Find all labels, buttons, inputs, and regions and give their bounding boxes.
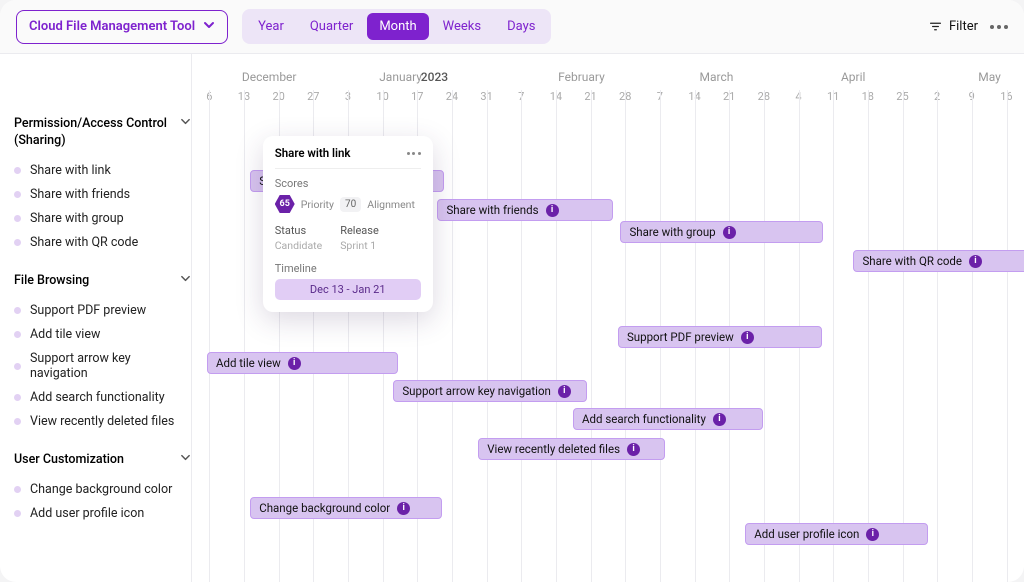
info-icon[interactable]: i [558,385,571,398]
month-label: May [978,70,1001,84]
task-popover: Share with link Scores 65 Priority 70 Al… [263,136,433,312]
timeline-label: Timeline [275,262,421,275]
bar-label: Change background color [259,501,390,515]
timeline-bar[interactable]: Add user profile icon i [745,523,928,545]
sidebar-item[interactable]: View recently deleted files [14,410,191,434]
chevron-down-icon [180,452,191,467]
chevron-down-icon [180,273,191,288]
info-icon[interactable]: i [741,331,754,344]
month-label: March [700,70,734,84]
popover-more-button[interactable] [407,152,421,155]
group-header[interactable]: File Browsing [14,273,191,290]
sidebar-item[interactable]: Share with link [14,159,191,183]
bar-label: Add tile view [216,356,281,370]
sidebar-item[interactable]: Share with QR code [14,231,191,255]
group-header[interactable]: Permission/Access Control (Sharing) [14,116,191,150]
filter-label: Filter [949,19,978,34]
filter-icon [929,20,942,33]
bar-label: Share with friends [446,203,538,217]
year-label: 2023 [421,70,448,84]
alignment-score-badge: 70 [340,197,361,212]
release-label: Release [340,224,379,237]
chevron-down-icon [203,19,215,35]
chevron-down-icon [180,116,191,131]
sidebar: Permission/Access Control (Sharing) Share… [0,54,192,582]
bar-label: Share with QR code [862,254,962,268]
status-value: Candidate [275,239,322,252]
sidebar-item[interactable]: Share with group [14,207,191,231]
timeline-bar[interactable]: Change background color i [250,497,441,519]
bar-label: Add user profile icon [754,527,859,541]
info-icon[interactable]: i [627,443,640,456]
status-label: Status [275,224,322,237]
time-scale-segmented[interactable]: YearQuarterMonthWeeksDays [242,9,551,44]
tool-select-label: Cloud File Management Tool [29,19,195,34]
timeline-bar[interactable]: Support arrow key navigation i [393,380,587,402]
segment-weeks[interactable]: Weeks [431,13,493,40]
info-icon[interactable]: i [288,357,301,370]
bar-label: Support arrow key navigation [402,384,551,398]
month-label: December [242,70,297,84]
segment-year[interactable]: Year [246,13,296,40]
info-icon[interactable]: i [546,204,559,217]
month-label: February [558,70,605,84]
timeline-bar[interactable]: Share with group i [620,221,822,243]
segment-days[interactable]: Days [495,13,547,40]
sidebar-item[interactable]: Add tile view [14,323,191,347]
bar-label: View recently deleted files [487,442,620,456]
release-value: Sprint 1 [340,239,379,252]
topbar: Cloud File Management Tool YearQuarterMo… [0,0,1024,54]
timeline-bar[interactable]: Add search functionality i [573,408,763,430]
bar-label: Share with group [629,225,715,239]
timeline-bar[interactable]: View recently deleted files i [478,438,665,460]
priority-label: Priority [301,198,334,211]
info-icon[interactable]: i [723,226,736,239]
sidebar-item[interactable]: Add search functionality [14,386,191,410]
info-icon[interactable]: i [969,255,982,268]
segment-month[interactable]: Month [367,13,428,40]
segment-quarter[interactable]: Quarter [298,13,365,40]
group-header[interactable]: User Customization [14,452,191,469]
group-title: Permission/Access Control (Sharing) [14,116,174,150]
sidebar-item[interactable]: Support arrow key navigation [14,347,191,386]
timeline-bar[interactable]: Support PDF preview i [618,326,822,348]
info-icon[interactable]: i [866,528,879,541]
timeline-bar[interactable]: Share with QR code i [853,250,1024,272]
group-title: File Browsing [14,273,174,290]
sidebar-item[interactable]: Change background color [14,478,191,502]
info-icon[interactable]: i [713,413,726,426]
priority-score-hex: 65 [275,194,295,214]
popover-title: Share with link [275,146,351,160]
timeline: December January2023 February March April May… [192,54,1024,582]
more-button[interactable] [990,25,1008,29]
month-label: April [841,70,865,84]
filter-button[interactable]: Filter [929,19,978,34]
bar-label: Support PDF preview [627,330,734,344]
timeline-chip: Dec 13 - Jan 21 [275,279,421,300]
sidebar-item[interactable]: Share with friends [14,183,191,207]
month-label: January [379,70,422,84]
tool-select-button[interactable]: Cloud File Management Tool [16,10,228,44]
scores-heading: Scores [275,177,421,190]
timeline-bar[interactable]: Share with friends i [437,199,613,221]
alignment-label: Alignment [367,198,415,211]
timeline-bar[interactable]: Add tile view i [207,352,398,374]
sidebar-item[interactable]: Support PDF preview [14,299,191,323]
bar-label: Add search functionality [582,412,706,426]
info-icon[interactable]: i [397,502,410,515]
group-title: User Customization [14,452,174,469]
sidebar-item[interactable]: Add user profile icon [14,502,191,526]
